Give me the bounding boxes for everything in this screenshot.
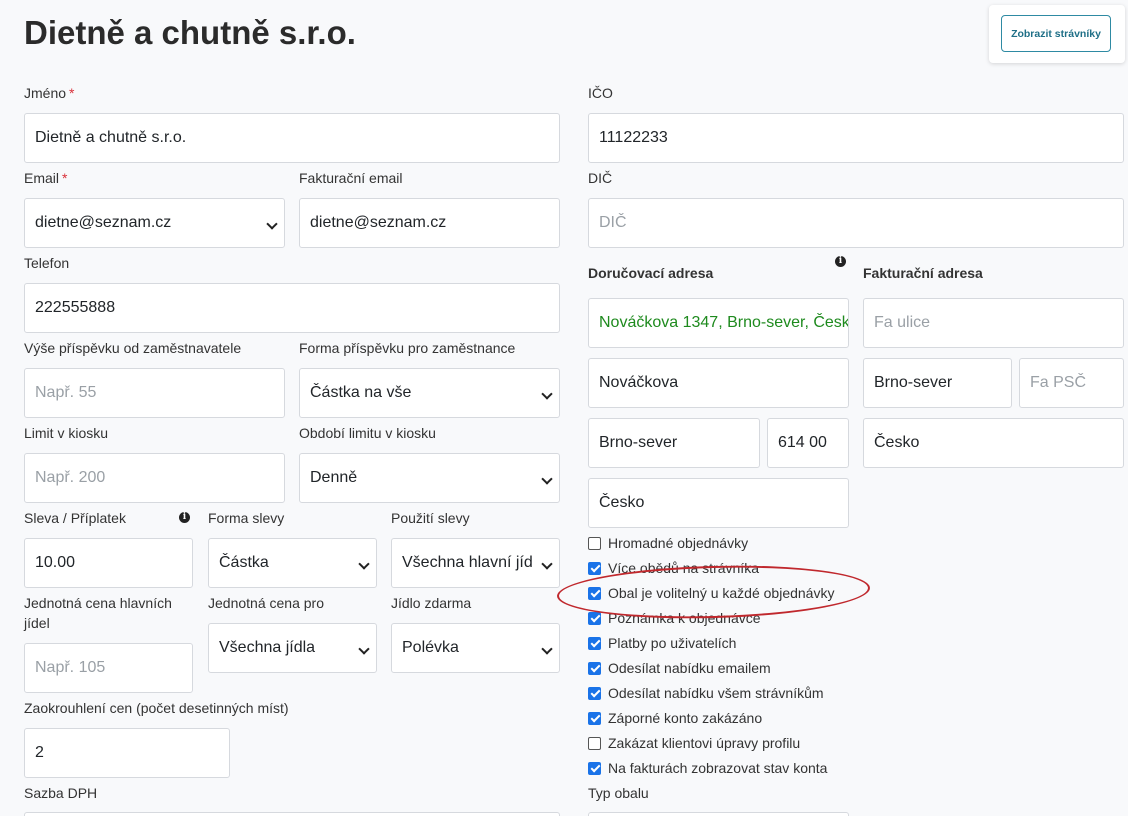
discount-form-label: Forma slevy xyxy=(208,510,285,526)
kiosk-limit-label: Limit v kiosku xyxy=(24,425,109,441)
phone-label: Telefon xyxy=(24,255,70,271)
info-icon[interactable]: i xyxy=(179,512,190,523)
free-meal-label: Jídlo zdarma xyxy=(391,595,472,611)
rounding-label: Zaokrouhlení cen (počet desetinných míst… xyxy=(24,700,289,716)
contribution-form-select[interactable]: Částka na vše xyxy=(299,368,560,418)
delivery-zip-input[interactable]: 614 00 xyxy=(767,418,849,468)
main-price-input[interactable]: Např. 105 xyxy=(24,643,193,693)
dic-label: DIČ xyxy=(588,170,613,186)
contribution-form-label: Forma příspěvku pro zaměstnance xyxy=(299,340,516,356)
top-action-panel: Zobrazit strávníky xyxy=(989,5,1125,63)
billing-zip-input[interactable]: Fa PSČ xyxy=(1019,358,1124,408)
info-icon[interactable]: i xyxy=(835,256,846,267)
unit-price-for-label: Jednotná cena pro xyxy=(208,595,324,611)
email-label: Email * xyxy=(24,170,68,186)
checkbox-send-offer-email[interactable]: Odesílat nabídku emailem xyxy=(588,658,771,678)
vat-rate-label: Sazba DPH xyxy=(24,785,98,801)
discount-form-select[interactable]: Částka xyxy=(208,538,377,588)
packaging-type-select[interactable] xyxy=(588,812,849,816)
checkbox[interactable] xyxy=(588,636,601,650)
kiosk-period-select[interactable]: Denně xyxy=(299,453,560,503)
ico-input[interactable]: 11122233 xyxy=(588,113,1124,163)
checkbox-disable-profile-edits[interactable]: Zakázat klientovi úpravy profilu xyxy=(588,733,800,753)
name-input[interactable]: Dietně a chutně s.r.o. xyxy=(24,113,560,163)
checkbox[interactable] xyxy=(588,736,601,750)
delivery-country-input[interactable]: Česko xyxy=(588,478,849,528)
email-select[interactable]: dietne@seznam.cz xyxy=(24,198,285,248)
checkbox[interactable] xyxy=(588,536,601,550)
discount-usage-label: Použití slevy xyxy=(391,510,470,526)
name-label: Jméno * xyxy=(24,85,75,101)
checkbox-multiple-lunches[interactable]: Více obědů na strávníka xyxy=(588,558,759,578)
delivery-street-input[interactable]: Nováčkova xyxy=(588,358,849,408)
free-meal-select[interactable]: Polévka xyxy=(391,623,560,673)
vat-rate-input[interactable] xyxy=(24,812,560,816)
phone-input[interactable]: 222555888 xyxy=(24,283,560,333)
billing-email-label: Fakturační email xyxy=(299,170,403,186)
packaging-type-label: Typ obalu xyxy=(588,785,649,801)
billing-city-input[interactable]: Brno-sever xyxy=(863,358,1012,408)
discount-input[interactable]: 10.00 xyxy=(24,538,193,588)
checkbox-payments-per-user[interactable]: Platby po uživatelích xyxy=(588,633,736,653)
page-title: Dietně a chutně s.r.o. xyxy=(24,14,356,51)
employer-contribution-label: Výše příspěvku od zaměstnavatele xyxy=(24,340,242,356)
checkbox[interactable] xyxy=(588,661,601,675)
checkbox-order-note[interactable]: Poznámka k objednávce xyxy=(588,608,761,628)
unit-price-for-select[interactable]: Všechna jídla xyxy=(208,623,377,673)
checkbox-negative-balance-forbidden[interactable]: Záporné konto zakázáno xyxy=(588,708,762,728)
checkbox[interactable] xyxy=(588,761,601,775)
delivery-address-heading: Doručovací adresa xyxy=(588,265,714,281)
checkbox-optional-packaging[interactable]: Obal je volitelný u každé objednávky xyxy=(588,583,834,603)
checkbox[interactable] xyxy=(588,686,601,700)
discount-label: Sleva / Příplatek xyxy=(24,510,126,526)
checkbox[interactable] xyxy=(588,611,601,625)
rounding-input[interactable]: 2 xyxy=(24,728,230,778)
show-diners-button[interactable]: Zobrazit strávníky xyxy=(1001,15,1111,52)
kiosk-period-label: Období limitu v kiosku xyxy=(299,425,436,441)
kiosk-limit-input[interactable]: Např. 200 xyxy=(24,453,285,503)
checkbox[interactable] xyxy=(588,711,601,725)
checkbox[interactable] xyxy=(588,561,601,575)
checkbox-bulk-orders[interactable]: Hromadné objednávky xyxy=(588,533,748,553)
delivery-city-input[interactable]: Brno-sever xyxy=(588,418,760,468)
billing-street-input[interactable]: Fa ulice xyxy=(863,298,1124,348)
discount-usage-select[interactable]: Všechna hlavní jíd xyxy=(391,538,560,588)
checkbox[interactable] xyxy=(588,586,601,600)
main-price-label: Jednotná cena hlavních jídel xyxy=(24,595,172,631)
employer-contribution-input[interactable]: Např. 55 xyxy=(24,368,285,418)
billing-email-input[interactable]: dietne@seznam.cz xyxy=(299,198,560,248)
billing-country-input[interactable]: Česko xyxy=(863,418,1124,468)
billing-address-heading: Fakturační adresa xyxy=(863,265,983,281)
checkbox-send-offer-all[interactable]: Odesílat nabídku všem strávníkům xyxy=(588,683,824,703)
checkbox-show-balance-invoices[interactable]: Na fakturách zobrazovat stav konta xyxy=(588,758,827,778)
delivery-address-autocomplete[interactable]: Nováčkova 1347, Brno-sever, Česko xyxy=(588,298,849,348)
dic-input[interactable]: DIČ xyxy=(588,198,1124,248)
ico-label: IČO xyxy=(588,85,613,101)
